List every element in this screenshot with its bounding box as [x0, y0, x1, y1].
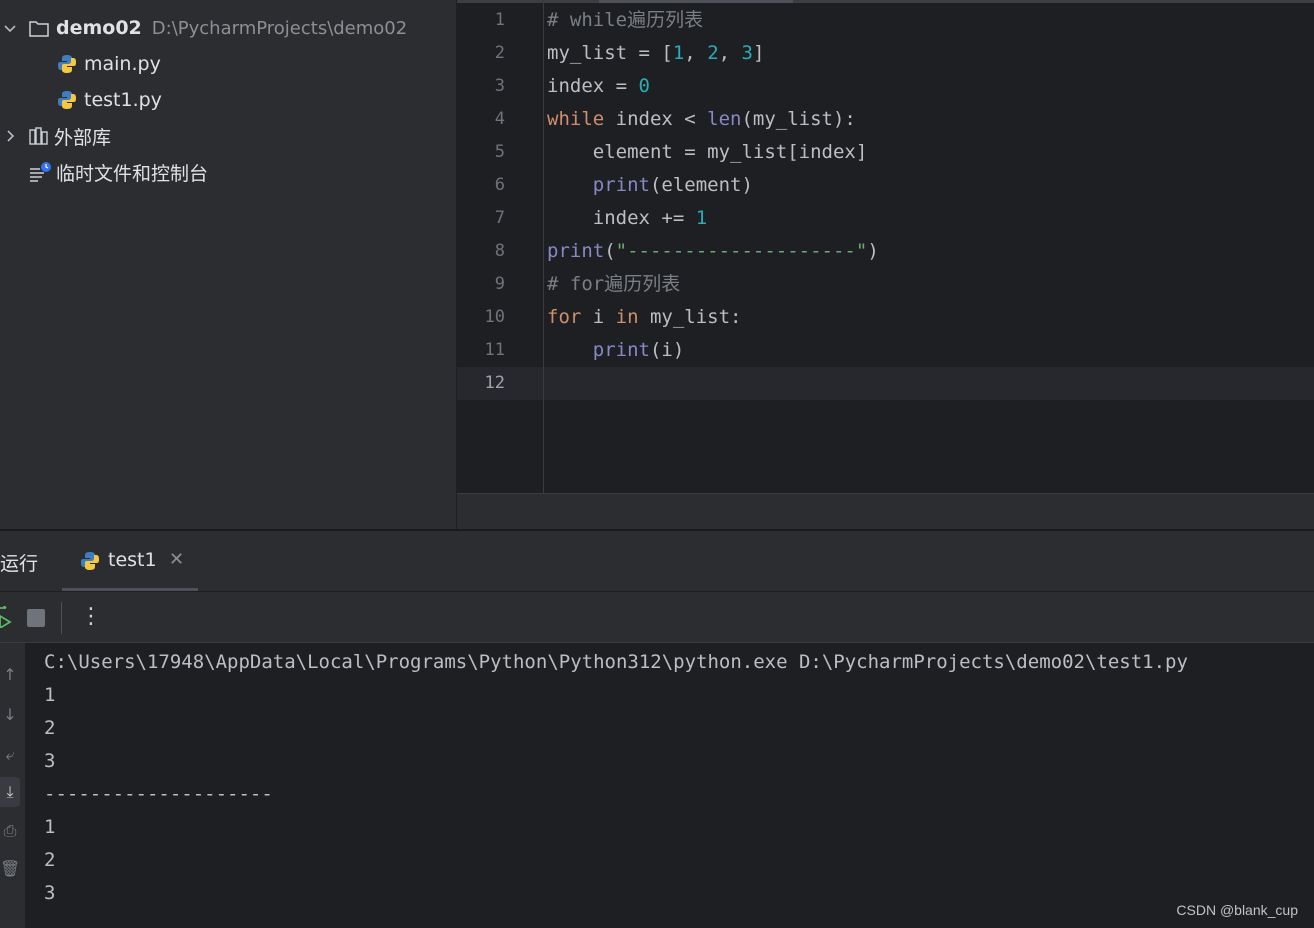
- console-line: 2: [44, 849, 56, 871]
- code-line-3[interactable]: 3 index = 0: [457, 70, 1314, 103]
- line-number: 11: [484, 340, 505, 360]
- editor-breadcrumb-bar: [457, 493, 1314, 530]
- code-text: print(element): [592, 174, 753, 196]
- scroll-up-icon[interactable]: ↑: [0, 663, 20, 687]
- code-line-6[interactable]: 6 print(element): [457, 169, 1314, 202]
- line-number: 3: [494, 76, 505, 96]
- line-number: 2: [494, 43, 505, 63]
- line-number: 10: [484, 307, 505, 327]
- run-tab-label: test1: [108, 549, 157, 571]
- code-editor[interactable]: 1 # while遍历列表 2 my_list = [1, 2, 3] 3 in…: [457, 0, 1314, 530]
- watermark: CSDN @blank_cup: [1176, 902, 1298, 918]
- code-line-10[interactable]: 10 for i in my_list:: [457, 301, 1314, 334]
- code-text: for i in my_list:: [547, 306, 742, 328]
- code-comment: # for遍历列表: [547, 273, 681, 295]
- close-tab-icon[interactable]: ✕: [169, 549, 184, 570]
- console-line-command: C:\Users\17948\AppData\Local\Programs\Py…: [44, 651, 1188, 673]
- file-name-main: main.py: [84, 53, 161, 75]
- console-line: 3: [44, 882, 56, 904]
- console-side-toolbar: ↑ ↓ ⤶ ⤓ ⎙ 🗑: [0, 643, 25, 928]
- run-tab-test1[interactable]: test1 ✕: [62, 531, 198, 591]
- python-file-icon: [58, 91, 76, 109]
- console-line: --------------------: [44, 783, 273, 805]
- run-toolbar: ⋮: [0, 592, 1314, 643]
- chevron-right-icon[interactable]: [2, 128, 18, 144]
- tree-root-demo02[interactable]: demo02 D:\PycharmProjects\demo02: [0, 10, 407, 46]
- tree-item-main-py[interactable]: main.py: [56, 46, 161, 82]
- code-line-7[interactable]: 7 index += 1: [457, 202, 1314, 235]
- line-number: 7: [494, 208, 505, 228]
- code-line-2[interactable]: 2 my_list = [1, 2, 3]: [457, 37, 1314, 70]
- trash-icon[interactable]: 🗑: [0, 857, 20, 881]
- line-number: 1: [494, 10, 505, 30]
- code-text: element = my_list[index]: [547, 141, 868, 163]
- editor-active-tab-indicator: [599, 0, 793, 3]
- tree-item-scratches[interactable]: 临时文件和控制台: [28, 154, 208, 190]
- console-line: 1: [44, 684, 56, 706]
- code-text: index += 1: [547, 207, 708, 229]
- rerun-icon[interactable]: [0, 606, 12, 628]
- run-console[interactable]: ↑ ↓ ⤶ ⤓ ⎙ 🗑 C:\Users\17948\AppData\Local…: [0, 643, 1314, 928]
- code-line-12-current[interactable]: 12: [457, 367, 1314, 400]
- toolbar-separator: [61, 602, 62, 634]
- run-tool-header: 运行 test1 ✕: [0, 531, 1314, 591]
- console-line: 1: [44, 816, 56, 838]
- editor-tab-strip: [457, 0, 1314, 3]
- line-number: 6: [494, 175, 505, 195]
- line-number: 8: [494, 241, 505, 261]
- file-name-test1: test1.py: [84, 89, 162, 111]
- library-icon: [29, 127, 48, 145]
- stop-icon[interactable]: [27, 609, 45, 627]
- python-file-icon: [58, 55, 76, 73]
- line-number: 12: [484, 373, 505, 393]
- scratches-label: 临时文件和控制台: [56, 162, 209, 185]
- run-tool-title: 运行: [0, 553, 39, 575]
- line-number: 4: [494, 109, 505, 129]
- active-tab-indicator: [62, 588, 198, 591]
- line-number: 9: [494, 274, 505, 294]
- project-tool-window: demo02 D:\PycharmProjects\demo02 main.py…: [0, 0, 456, 529]
- code-comment: # while遍历列表: [547, 9, 704, 31]
- code-text: index = 0: [547, 75, 650, 97]
- code-line-8[interactable]: 8 print("--------------------"): [457, 235, 1314, 268]
- code-line-9[interactable]: 9 # for遍历列表: [457, 268, 1314, 301]
- soft-wrap-icon[interactable]: ⤶: [0, 743, 20, 767]
- print-icon[interactable]: ⎙: [0, 819, 20, 843]
- code-line-1[interactable]: 1 # while遍历列表: [457, 4, 1314, 37]
- scratches-icon: [30, 162, 51, 182]
- code-text: print(i): [592, 339, 685, 361]
- console-line: 2: [44, 717, 56, 739]
- scroll-down-icon[interactable]: ↓: [0, 703, 20, 727]
- code-line-5[interactable]: 5 element = my_list[index]: [457, 136, 1314, 169]
- folder-icon: [29, 21, 49, 37]
- external-libraries-label: 外部库: [54, 126, 112, 149]
- console-line: 3: [44, 750, 56, 772]
- root-folder-name: demo02: [56, 17, 142, 39]
- gutter-separator: [543, 0, 544, 493]
- scroll-to-end-icon[interactable]: ⤓: [0, 777, 20, 807]
- tree-item-test1-py[interactable]: test1.py: [56, 82, 162, 118]
- code-text: print("--------------------"): [547, 240, 879, 262]
- chevron-down-icon[interactable]: [2, 20, 18, 36]
- line-number: 5: [494, 142, 505, 162]
- code-text: my_list = [1, 2, 3]: [547, 42, 765, 64]
- root-folder-path: D:\PycharmProjects\demo02: [151, 17, 408, 39]
- more-options-icon[interactable]: ⋮: [80, 604, 102, 629]
- code-text: while index < len(my_list):: [547, 108, 856, 130]
- code-string-literal: "--------------------": [615, 240, 868, 262]
- code-line-11[interactable]: 11 print(i): [457, 334, 1314, 367]
- code-line-4[interactable]: 4 while index < len(my_list):: [457, 103, 1314, 136]
- tree-item-external-libraries[interactable]: 外部库: [0, 118, 111, 154]
- python-file-icon: [81, 552, 99, 570]
